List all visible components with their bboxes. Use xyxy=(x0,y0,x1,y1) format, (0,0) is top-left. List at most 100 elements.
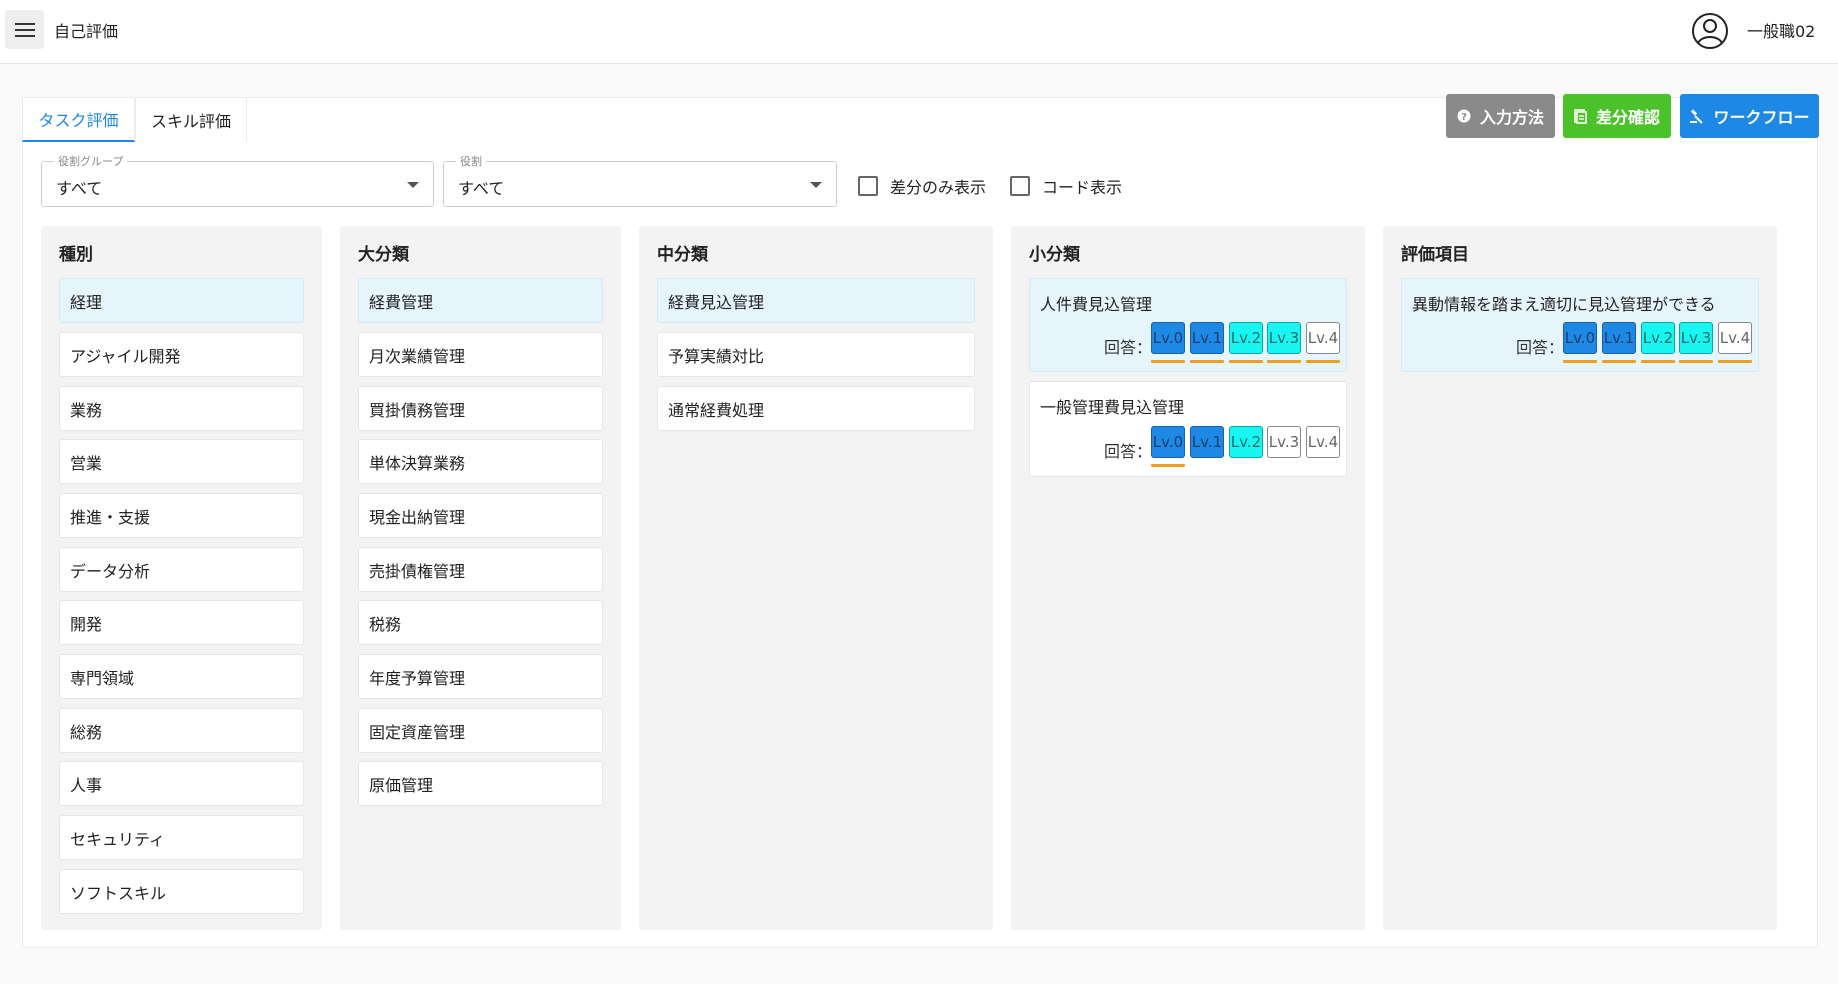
tab-skill-evaluation[interactable]: スキル評価 xyxy=(135,97,247,142)
major-item[interactable]: 税務 xyxy=(358,600,603,645)
major-panel-title: 大分類 xyxy=(358,245,409,265)
answer-underline xyxy=(1679,360,1713,363)
kind-item[interactable]: ソフトスキル xyxy=(59,869,304,914)
role-value: すべて xyxy=(458,179,505,198)
input-method-button[interactable]: ? 入力方法 xyxy=(1446,94,1555,138)
middle-item[interactable]: 通常経費処理 xyxy=(657,386,975,431)
major-item[interactable]: 買掛債務管理 xyxy=(358,386,603,431)
role-group-select[interactable]: 役割グループ すべて xyxy=(41,153,434,207)
level-button[interactable]: Lv.1 xyxy=(1190,322,1224,354)
gavel-icon xyxy=(1690,108,1704,124)
major-item[interactable]: 単体決算業務 xyxy=(358,439,603,484)
diff-only-toggle[interactable]: 差分のみ表示 xyxy=(858,174,986,198)
answer-underline xyxy=(1151,360,1185,363)
role-select[interactable]: 役割 すべて xyxy=(443,153,837,207)
role-label: 役割 xyxy=(456,153,486,169)
middle-panel-title: 中分類 xyxy=(657,245,708,265)
kind-item[interactable]: 営業 xyxy=(59,439,304,484)
level-button[interactable]: Lv.0 xyxy=(1563,322,1597,354)
diff-only-label: 差分のみ表示 xyxy=(890,178,987,197)
major-item[interactable]: 月次業績管理 xyxy=(358,332,603,377)
tab-task-evaluation[interactable]: タスク評価 xyxy=(22,97,135,142)
level-button[interactable]: Lv.0 xyxy=(1151,426,1185,458)
diff-check-button[interactable]: 差分確認 xyxy=(1563,94,1671,138)
user-name: 一般職02 xyxy=(1747,22,1816,41)
level-button[interactable]: Lv.4 xyxy=(1306,426,1340,458)
kind-item[interactable]: セキュリティ xyxy=(59,815,304,860)
minor-item[interactable]: 一般管理費見込管理 回答： Lv.0 Lv.1 Lv.2 Lv.3 Lv.4 xyxy=(1029,381,1347,477)
major-item[interactable]: 年度予算管理 xyxy=(358,654,603,699)
major-item[interactable]: 原価管理 xyxy=(358,761,603,806)
eval-item[interactable]: 異動情報を踏まえ適切に見込管理ができる 回答： Lv.0 Lv.1 Lv.2 L… xyxy=(1401,278,1759,372)
middle-panel: 中分類 経費見込管理 予算実績対比 通常経費処理 xyxy=(639,226,993,930)
kind-item[interactable]: アジャイル開発 xyxy=(59,332,304,377)
answer-underline xyxy=(1151,464,1185,467)
workflow-button[interactable]: ワークフロー xyxy=(1680,94,1819,138)
hamburger-icon xyxy=(14,22,35,37)
workflow-label: ワークフロー xyxy=(1713,108,1810,127)
minor-panel-title: 小分類 xyxy=(1029,245,1080,265)
answer-underline xyxy=(1190,360,1224,363)
answer-underline xyxy=(1563,360,1597,363)
answer-label: 回答： xyxy=(1104,338,1153,357)
level-button[interactable]: Lv.3 xyxy=(1267,426,1301,458)
kind-panel-title: 種別 xyxy=(59,245,93,265)
role-group-value: すべて xyxy=(56,179,103,198)
menu-button[interactable] xyxy=(5,10,44,49)
code-display-label: コード表示 xyxy=(1042,178,1123,197)
diff-only-checkbox[interactable] xyxy=(858,176,878,196)
role-group-label: 役割グループ xyxy=(54,153,128,169)
app-bar: 自己評価 一般職02 xyxy=(0,0,1838,64)
eval-item-name: 異動情報を踏まえ適切に見込管理ができる xyxy=(1412,295,1716,314)
minor-item-name: 一般管理費見込管理 xyxy=(1040,398,1185,417)
level-button[interactable]: Lv.0 xyxy=(1151,322,1185,354)
kind-item[interactable]: 経理 xyxy=(59,278,304,323)
kind-item[interactable]: 専門領域 xyxy=(59,654,304,699)
level-button[interactable]: Lv.4 xyxy=(1718,322,1752,354)
level-button[interactable]: Lv.2 xyxy=(1641,322,1675,354)
level-button[interactable]: Lv.1 xyxy=(1190,426,1224,458)
answer-label: 回答： xyxy=(1516,338,1565,357)
major-item[interactable]: 固定資産管理 xyxy=(358,708,603,753)
minor-item-name: 人件費見込管理 xyxy=(1040,295,1153,314)
dropdown-arrow-icon xyxy=(810,182,822,188)
code-display-toggle[interactable]: コード表示 xyxy=(1010,174,1122,198)
eval-panel-title: 評価項目 xyxy=(1401,245,1469,265)
kind-item[interactable]: 開発 xyxy=(59,600,304,645)
major-panel: 大分類 経費管理 月次業績管理 買掛債務管理 単体決算業務 現金出納管理 売掛債… xyxy=(340,226,621,930)
minor-item[interactable]: 人件費見込管理 回答： Lv.0 Lv.1 Lv.2 Lv.3 Lv.4 xyxy=(1029,278,1347,372)
app-title: 自己評価 xyxy=(54,22,119,41)
level-button[interactable]: Lv.2 xyxy=(1229,322,1263,354)
input-method-label: 入力方法 xyxy=(1479,108,1544,127)
code-display-checkbox[interactable] xyxy=(1010,176,1030,196)
kind-item[interactable]: 業務 xyxy=(59,386,304,431)
kind-item[interactable]: データ分析 xyxy=(59,547,304,592)
kind-item[interactable]: 推進・支援 xyxy=(59,493,304,538)
level-button[interactable]: Lv.4 xyxy=(1306,322,1340,354)
major-item[interactable]: 経費管理 xyxy=(358,278,603,323)
tab-bar: タスク評価 スキル評価 xyxy=(22,97,247,142)
major-item[interactable]: 売掛債権管理 xyxy=(358,547,603,592)
answer-underline xyxy=(1641,360,1675,363)
middle-item[interactable]: 経費見込管理 xyxy=(657,278,975,323)
answer-label: 回答： xyxy=(1104,442,1153,461)
svg-text:?: ? xyxy=(1461,112,1467,123)
answer-underline xyxy=(1229,360,1263,363)
level-button[interactable]: Lv.3 xyxy=(1267,322,1301,354)
eval-panel: 評価項目 異動情報を踏まえ適切に見込管理ができる 回答： Lv.0 Lv.1 L… xyxy=(1383,226,1777,930)
level-button[interactable]: Lv.3 xyxy=(1679,322,1713,354)
kind-item[interactable]: 人事 xyxy=(59,761,304,806)
kind-item[interactable]: 総務 xyxy=(59,708,304,753)
major-item[interactable]: 現金出納管理 xyxy=(358,493,603,538)
middle-item[interactable]: 予算実績対比 xyxy=(657,332,975,377)
answer-underline xyxy=(1267,360,1301,363)
document-icon xyxy=(1574,108,1587,124)
answer-underline xyxy=(1718,360,1752,363)
account-icon[interactable] xyxy=(1690,11,1730,51)
help-icon: ? xyxy=(1457,109,1471,123)
answer-underline xyxy=(1602,360,1636,363)
level-button[interactable]: Lv.1 xyxy=(1602,322,1636,354)
level-button[interactable]: Lv.2 xyxy=(1229,426,1263,458)
minor-panel: 小分類 人件費見込管理 回答： Lv.0 Lv.1 Lv.2 Lv.3 Lv.4… xyxy=(1011,226,1365,930)
dropdown-arrow-icon xyxy=(407,182,419,188)
